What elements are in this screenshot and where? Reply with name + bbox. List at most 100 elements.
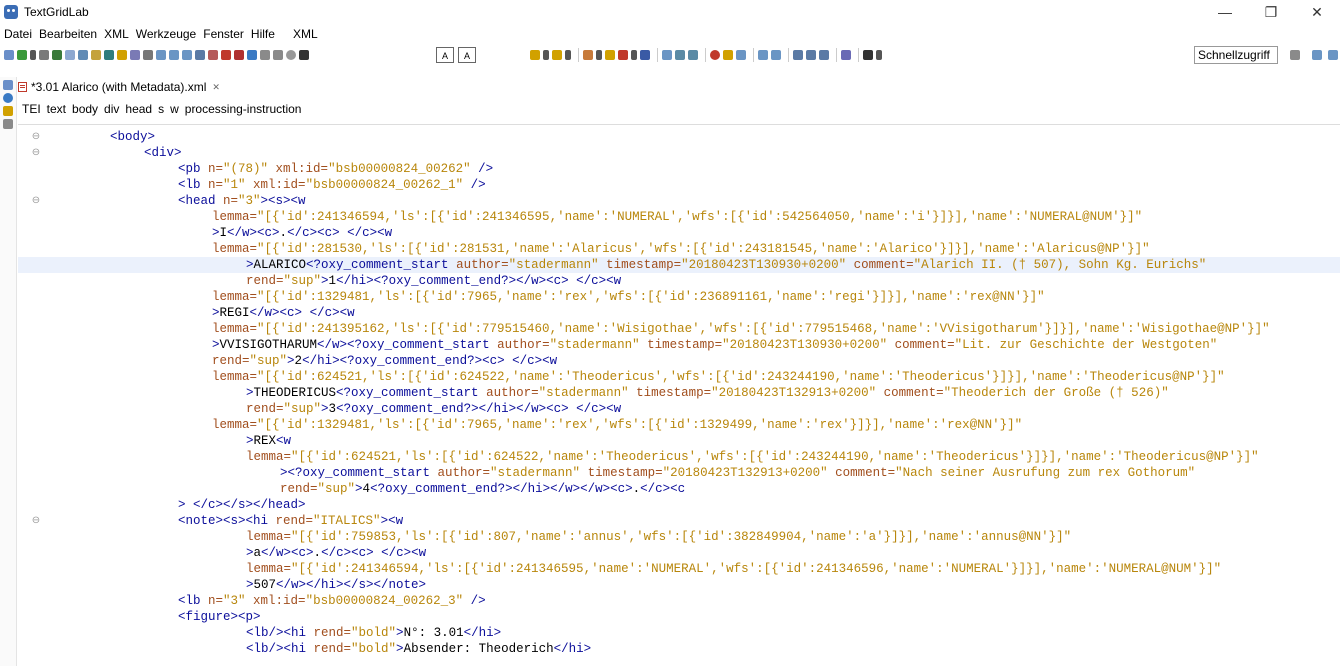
frame-icon[interactable] (273, 50, 283, 60)
move-up-icon[interactable] (675, 50, 685, 60)
menu-fenster[interactable]: Fenster (203, 27, 244, 41)
perspective-search-icon[interactable] (1312, 50, 1322, 60)
code-line[interactable]: ><?oxy_comment_start author="stadermann"… (18, 465, 1340, 481)
fold-toggle-icon[interactable]: ⊖ (30, 129, 42, 145)
code-line[interactable]: ⊖ <body> (18, 129, 1340, 145)
code-line[interactable]: <figure><p> (18, 609, 1340, 625)
code-line[interactable]: > </c></s></head> (18, 497, 1340, 513)
omega-icon[interactable] (863, 50, 873, 60)
fold-toggle-icon[interactable]: ⊖ (30, 513, 42, 529)
code-line[interactable]: ⊖ <div> (18, 145, 1340, 161)
close-x-icon[interactable] (299, 50, 309, 60)
breadcrumb-item[interactable]: text (47, 102, 66, 116)
code-line[interactable]: >I</w><c>.</c><c> </c><w (18, 225, 1340, 241)
compare-icon[interactable] (771, 50, 781, 60)
menu-datei[interactable]: Datei (4, 27, 32, 41)
pencil-icon[interactable] (117, 50, 127, 60)
tool-icon[interactable] (723, 50, 733, 60)
add-icon[interactable] (17, 50, 27, 60)
breadcrumb-item[interactable]: s (158, 102, 164, 116)
code-line[interactable]: <lb/><hi rend="bold">Absender: Theoderic… (18, 641, 1340, 657)
image-icon[interactable] (78, 50, 88, 60)
move-down-icon[interactable] (688, 50, 698, 60)
outline-view-icon[interactable] (3, 93, 13, 103)
run-icon[interactable] (710, 50, 720, 60)
code-line[interactable]: rend="sup">3<?oxy_comment_end?></hi></w>… (18, 401, 1340, 417)
perspective-icon[interactable] (1290, 50, 1300, 60)
wand-icon[interactable] (605, 50, 615, 60)
check-red-icon[interactable] (221, 50, 231, 60)
indent-icon[interactable] (806, 50, 816, 60)
dropdown-arrow-icon[interactable] (631, 50, 637, 60)
breadcrumb-item[interactable]: body (72, 102, 98, 116)
chart-icon[interactable] (208, 50, 218, 60)
code-line[interactable]: <lb n="3" xml:id="bsb00000824_00262_3" /… (18, 593, 1340, 609)
code-line[interactable]: <pb n="(78)" xml:id="bsb00000824_00262" … (18, 161, 1340, 177)
home-icon[interactable] (4, 50, 14, 60)
tab-close-icon[interactable]: ✕ (212, 82, 220, 93)
code-line[interactable]: >507</w></hi></s></note> (18, 577, 1340, 593)
code-line[interactable]: lemma="[{'id':241346594,'ls':[{'id':2413… (18, 209, 1340, 225)
search-icon[interactable] (143, 50, 153, 60)
user-red-icon[interactable] (234, 50, 244, 60)
breadcrumb-item[interactable]: TEI (22, 102, 41, 116)
tag-icon[interactable] (662, 50, 672, 60)
code-line[interactable]: >REGI</w><c> </c><w (18, 305, 1340, 321)
insert-attribute-icon[interactable] (552, 50, 562, 60)
network-icon[interactable] (247, 50, 257, 60)
code-line[interactable]: ⊖ <head n="3"><s><w (18, 193, 1340, 209)
zoom-icon[interactable] (182, 50, 192, 60)
dropdown-arrow-icon[interactable] (596, 50, 602, 60)
object-icon[interactable] (91, 50, 101, 60)
fold-toggle-icon[interactable]: ⊖ (30, 193, 42, 209)
insert-element-icon[interactable] (530, 50, 540, 60)
format-icon[interactable] (819, 50, 829, 60)
link-icon[interactable] (130, 50, 140, 60)
project-icon[interactable] (3, 106, 13, 116)
code-line[interactable]: lemma="[{'id':241395162,'ls':[{'id':7795… (18, 321, 1340, 337)
dropdown-arrow-icon[interactable] (30, 50, 36, 60)
save-icon[interactable] (39, 50, 49, 60)
maximize-button[interactable]: ❐ (1248, 0, 1294, 24)
code-line[interactable]: >a</w><c>.</c><c> </c><w (18, 545, 1340, 561)
dropdown-arrow-icon[interactable] (565, 50, 571, 60)
document-icon[interactable] (260, 50, 270, 60)
menu-xml[interactable]: XML (104, 27, 129, 41)
code-line[interactable]: >THEODERICUS<?oxy_comment_start author="… (18, 385, 1340, 401)
remove-x-icon[interactable] (640, 50, 650, 60)
font-increase-button[interactable]: A (436, 47, 454, 63)
dropdown-arrow-icon[interactable] (876, 50, 882, 60)
code-line[interactable]: >ALARICO<?oxy_comment_start author="stad… (18, 257, 1340, 273)
restore-icon[interactable] (3, 119, 13, 129)
code-line[interactable]: >REX<w (18, 433, 1340, 449)
quick-access-input[interactable]: Schnellzugriff (1194, 46, 1278, 64)
code-line[interactable]: lemma="[{'id':624521,'ls':[{'id':624522,… (18, 449, 1340, 465)
code-line[interactable]: lemma="[{'id':281530,'ls':[{'id':281531,… (18, 241, 1340, 257)
breadcrumb-item[interactable]: processing-instruction (185, 102, 302, 116)
picture-icon[interactable] (156, 50, 166, 60)
menu-werkzeuge[interactable]: Werkzeuge (136, 27, 196, 41)
validate-icon[interactable] (52, 50, 62, 60)
spellcheck-icon[interactable] (841, 50, 851, 60)
edit-icon[interactable] (583, 50, 593, 60)
globe-icon[interactable] (104, 50, 114, 60)
outline-icon[interactable] (793, 50, 803, 60)
xml-code-editor[interactable]: ⊖ <body> ⊖ <div> <pb n="(78)" xml:id="bsb000… (18, 124, 1340, 667)
editor-tab[interactable]: *3.01 Alarico (with Metadata).xml ✕ (18, 77, 220, 97)
code-line[interactable]: >VVISIGOTHARUM</w><?oxy_comment_start au… (18, 337, 1340, 353)
menu-bearbeiten[interactable]: Bearbeiten (39, 27, 97, 41)
perspective-xml-icon[interactable] (1328, 50, 1338, 60)
help-icon[interactable] (286, 50, 296, 60)
table-icon[interactable] (195, 50, 205, 60)
breadcrumb-item[interactable]: w (170, 102, 179, 116)
menu-xml-editor[interactable]: XML (293, 27, 318, 41)
delete-icon[interactable] (618, 50, 628, 60)
code-line[interactable]: <lb/><hi rend="bold">N°: 3.01</hi> (18, 625, 1340, 641)
breadcrumb-item[interactable]: head (125, 102, 152, 116)
code-line[interactable]: rend="sup">2</hi><?oxy_comment_end?><c> … (18, 353, 1340, 369)
transform-icon[interactable] (736, 50, 746, 60)
breadcrumb-item[interactable]: div (104, 102, 119, 116)
close-window-button[interactable]: ✕ (1294, 0, 1340, 24)
code-line[interactable]: lemma="[{'id':1329481,'ls':[{'id':7965,'… (18, 417, 1340, 433)
font-decrease-button[interactable]: A (458, 47, 476, 63)
